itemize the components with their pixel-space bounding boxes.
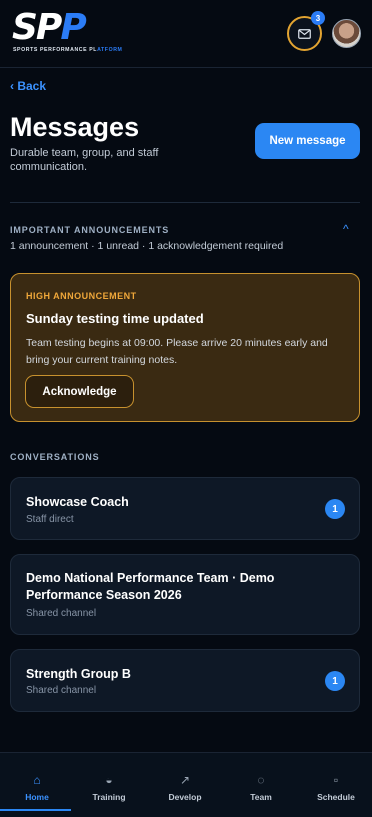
announcement-card: HIGH ANNOUNCEMENT Sunday testing time up… bbox=[10, 273, 360, 422]
bottom-nav: ⌂ Home ◒ Training ↗ Develop ◌ Team ▫ Sch… bbox=[0, 752, 372, 817]
page-title: Messages bbox=[10, 112, 140, 142]
new-message-button[interactable]: New message bbox=[255, 123, 360, 159]
training-icon: ◒ bbox=[105, 773, 113, 787]
active-indicator bbox=[0, 809, 71, 811]
schedule-icon: ▫ bbox=[333, 773, 339, 787]
team-icon: ◌ bbox=[257, 773, 265, 787]
announcement-body: Team testing begins at 09:00. Please arr… bbox=[26, 337, 328, 366]
mail-icon bbox=[298, 28, 311, 39]
nav-label: Training bbox=[92, 792, 126, 802]
conversation-item[interactable]: Showcase Coach Staff direct 1 bbox=[10, 477, 360, 540]
nav-training[interactable]: ◒ Training bbox=[72, 753, 146, 813]
conversations-heading: CONVERSATIONS bbox=[10, 452, 100, 462]
nav-label: Home bbox=[25, 792, 49, 802]
nav-team[interactable]: ◌ Team bbox=[224, 753, 298, 813]
collapse-caret-icon[interactable]: ^ bbox=[343, 222, 349, 236]
unread-count-badge: 3 bbox=[311, 11, 325, 25]
unread-badge: 1 bbox=[325, 499, 345, 519]
conversation-title: Demo National Performance Team · Demo Pe… bbox=[26, 571, 275, 602]
avatar[interactable] bbox=[332, 19, 361, 48]
divider bbox=[10, 202, 360, 203]
acknowledge-button[interactable]: Acknowledge bbox=[25, 375, 134, 408]
conversation-title: Strength Group B bbox=[26, 667, 131, 681]
announcement-priority-tag: HIGH ANNOUNCEMENT bbox=[26, 291, 137, 301]
nav-develop[interactable]: ↗ Develop bbox=[148, 753, 222, 813]
nav-label: Team bbox=[250, 792, 272, 802]
back-link[interactable]: ‹ Back bbox=[10, 79, 46, 93]
conversation-title: Showcase Coach bbox=[26, 495, 129, 509]
logo-wordmark: SPP bbox=[12, 7, 87, 48]
conversation-item[interactable]: Demo National Performance Team · Demo Pe… bbox=[10, 554, 360, 635]
announcements-heading: IMPORTANT ANNOUNCEMENTS bbox=[10, 225, 170, 235]
page-subtitle: Durable team, group, and staff communica… bbox=[10, 147, 159, 173]
conversation-type: Staff direct bbox=[26, 514, 74, 525]
logo-tagline: SPORTS PERFORMANCE PLATFORM bbox=[13, 47, 123, 53]
nav-label: Develop bbox=[168, 792, 202, 802]
conversation-item[interactable]: Strength Group B Shared channel 1 bbox=[10, 649, 360, 712]
nav-home[interactable]: ⌂ Home bbox=[0, 753, 74, 813]
nav-schedule[interactable]: ▫ Schedule bbox=[299, 753, 372, 813]
home-icon: ⌂ bbox=[33, 773, 41, 787]
nav-label: Schedule bbox=[317, 792, 355, 802]
announcement-title: Sunday testing time updated bbox=[26, 311, 204, 326]
spp-logo[interactable]: SPP SPORTS PERFORMANCE PLATFORM bbox=[12, 7, 136, 56]
announcements-summary: 1 announcement · 1 unread · 1 acknowledg… bbox=[10, 240, 284, 252]
develop-icon: ↗ bbox=[179, 773, 191, 787]
conversation-type: Shared channel bbox=[26, 608, 97, 619]
unread-badge: 1 bbox=[325, 671, 345, 691]
top-bar: SPP SPORTS PERFORMANCE PLATFORM 3 bbox=[0, 0, 372, 68]
conversation-type: Shared channel bbox=[26, 685, 97, 696]
